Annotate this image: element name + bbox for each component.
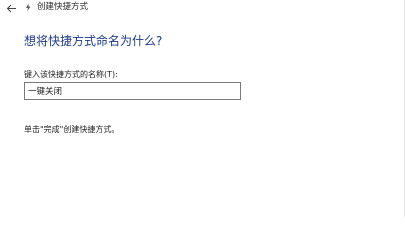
shortcut-name-label: 键入该快捷方式的名称(T): bbox=[24, 70, 118, 79]
shortcut-name-input[interactable] bbox=[24, 82, 241, 100]
create-shortcut-wizard: 创建快捷方式 想将快捷方式命名为什么? 键入该快捷方式的名称(T): 单击"完成… bbox=[0, 0, 405, 217]
window-title: 创建快捷方式 bbox=[37, 2, 89, 12]
arrow-left-icon bbox=[6, 4, 16, 12]
back-button[interactable] bbox=[2, 0, 20, 16]
finish-hint-text: 单击"完成"创建快捷方式。 bbox=[24, 125, 120, 134]
shortcut-icon bbox=[26, 3, 31, 12]
page-heading: 想将快捷方式命名为什么? bbox=[24, 34, 163, 48]
